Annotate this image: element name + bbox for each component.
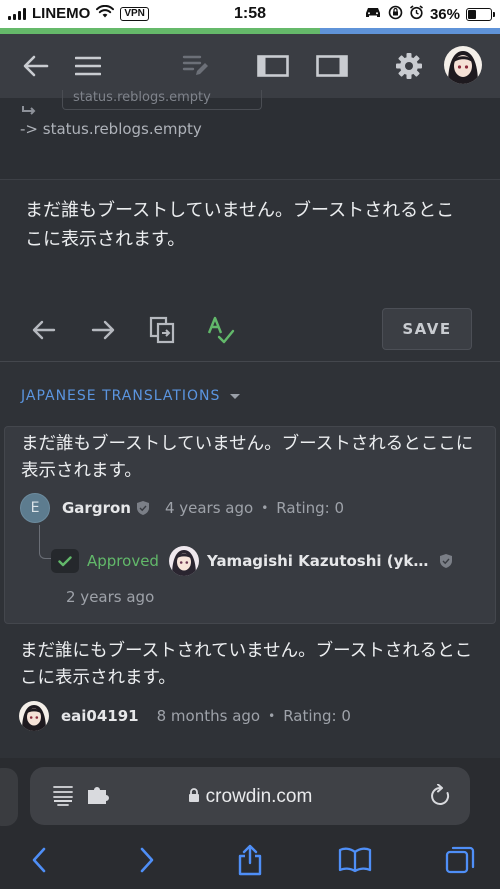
key-link-icon xyxy=(22,106,36,115)
translations-header-label: JAPANESE TRANSLATIONS xyxy=(21,388,221,404)
check-icon xyxy=(51,549,79,573)
tabs-button[interactable] xyxy=(442,842,478,878)
previous-string-button[interactable] xyxy=(28,314,60,346)
browser-address-area: crowdin.com xyxy=(0,758,500,832)
copy-source-button[interactable] xyxy=(146,314,178,346)
browser-nav-bar xyxy=(0,832,500,889)
left-panel-toggle[interactable] xyxy=(255,48,291,84)
caret-down-icon xyxy=(230,393,241,399)
editor-toolbar: SAVE xyxy=(0,308,500,352)
reload-icon[interactable] xyxy=(428,784,452,808)
suggestion-text: まだ誰もブーストしていません。ブーストされるとここに表示されます。 xyxy=(21,434,474,481)
suggestion-rating: Rating: 0 xyxy=(283,707,351,725)
back-arrow-icon xyxy=(23,55,49,77)
translations-header[interactable]: JAPANESE TRANSLATIONS xyxy=(21,388,241,404)
alarm-icon xyxy=(409,5,424,24)
car-icon xyxy=(364,6,382,23)
author-name[interactable]: Gargron xyxy=(62,499,131,517)
user-avatar[interactable] xyxy=(444,46,482,84)
right-panel-icon xyxy=(316,55,348,77)
edit-notes-icon xyxy=(182,55,208,75)
tabs-icon xyxy=(445,846,475,874)
chevron-right-icon xyxy=(140,847,154,873)
copy-source-icon xyxy=(149,316,175,344)
separator-dot: • xyxy=(268,709,276,723)
arrow-right-icon xyxy=(91,320,115,340)
share-icon xyxy=(238,844,262,876)
battery-icon xyxy=(466,8,495,21)
approval-row: Approved Yamagishi Kazutoshi (yk… xyxy=(51,546,453,576)
suggestion-meta: E Gargron 4 years ago • Rating: 0 xyxy=(20,493,344,523)
suggestion-time: 4 years ago xyxy=(164,499,254,517)
approval-status: Approved xyxy=(87,552,159,570)
url-display[interactable]: crowdin.com xyxy=(30,786,470,808)
author-avatar[interactable] xyxy=(19,701,49,731)
status-bar: LINEMO VPN 1:58 36% xyxy=(0,0,500,28)
app-toolbar xyxy=(0,34,500,98)
lock-icon xyxy=(188,788,199,802)
next-string-button[interactable] xyxy=(87,314,119,346)
address-bar[interactable]: crowdin.com xyxy=(30,767,470,825)
string-key-chip: status.reblogs.empty xyxy=(62,90,262,110)
previous-tab-peek[interactable] xyxy=(0,768,18,826)
book-icon xyxy=(338,847,372,873)
translation-suggestion[interactable]: まだ誰にもブーストされていません。ブーストされるとここに表示されます。 eai0… xyxy=(4,630,496,740)
menu-button[interactable] xyxy=(70,48,106,84)
spellcheck-icon xyxy=(207,316,235,344)
gear-icon xyxy=(396,53,422,79)
arrow-left-icon xyxy=(32,320,56,340)
suggestion-meta: eai04191 8 months ago • Rating: 0 xyxy=(19,701,351,731)
right-panel-toggle[interactable] xyxy=(314,48,350,84)
source-string-panel: status.reblogs.empty -> status.reblogs.e… xyxy=(0,90,500,180)
browser-forward-button[interactable] xyxy=(129,842,165,878)
menu-icon xyxy=(75,56,101,76)
url-text: crowdin.com xyxy=(205,786,313,807)
battery-percent: 36% xyxy=(429,6,460,23)
suggestion-time: 8 months ago xyxy=(156,707,261,725)
spellcheck-button[interactable] xyxy=(205,314,237,346)
approver-name[interactable]: Yamagishi Kazutoshi (yk… xyxy=(207,552,428,570)
left-panel-icon xyxy=(257,55,289,77)
share-button[interactable] xyxy=(232,842,268,878)
bookmarks-button[interactable] xyxy=(337,842,373,878)
translation-textarea[interactable]: まだ誰もブーストしていません。ブーストされるとここに表示されます。 xyxy=(25,196,465,254)
suggestion-rating: Rating: 0 xyxy=(276,499,345,517)
save-button[interactable]: SAVE xyxy=(382,308,472,350)
browser-back-button[interactable] xyxy=(21,842,57,878)
translation-editor: まだ誰もブーストしていません。ブーストされるとここに表示されます。 SAVE xyxy=(0,180,500,362)
author-name[interactable]: eai04191 xyxy=(61,707,139,725)
orientation-lock-icon xyxy=(388,5,403,24)
suggestion-text: まだ誰にもブーストされていません。ブーストされるとここに表示されます。 xyxy=(20,641,473,688)
separator-dot: • xyxy=(261,501,269,515)
back-button[interactable] xyxy=(18,48,54,84)
chevron-left-icon xyxy=(32,847,46,873)
string-key: -> status.reblogs.empty xyxy=(20,120,202,138)
author-avatar[interactable]: E xyxy=(20,493,50,523)
translation-suggestion[interactable]: まだ誰もブーストしていません。ブーストされるとここに表示されます。 E Garg… xyxy=(4,426,496,624)
shield-icon xyxy=(440,554,453,568)
settings-button[interactable] xyxy=(391,48,427,84)
approval-time: 2 years ago xyxy=(66,588,155,606)
shield-icon xyxy=(136,501,149,515)
edit-notes-button[interactable] xyxy=(178,48,214,84)
approver-avatar[interactable] xyxy=(168,546,199,576)
